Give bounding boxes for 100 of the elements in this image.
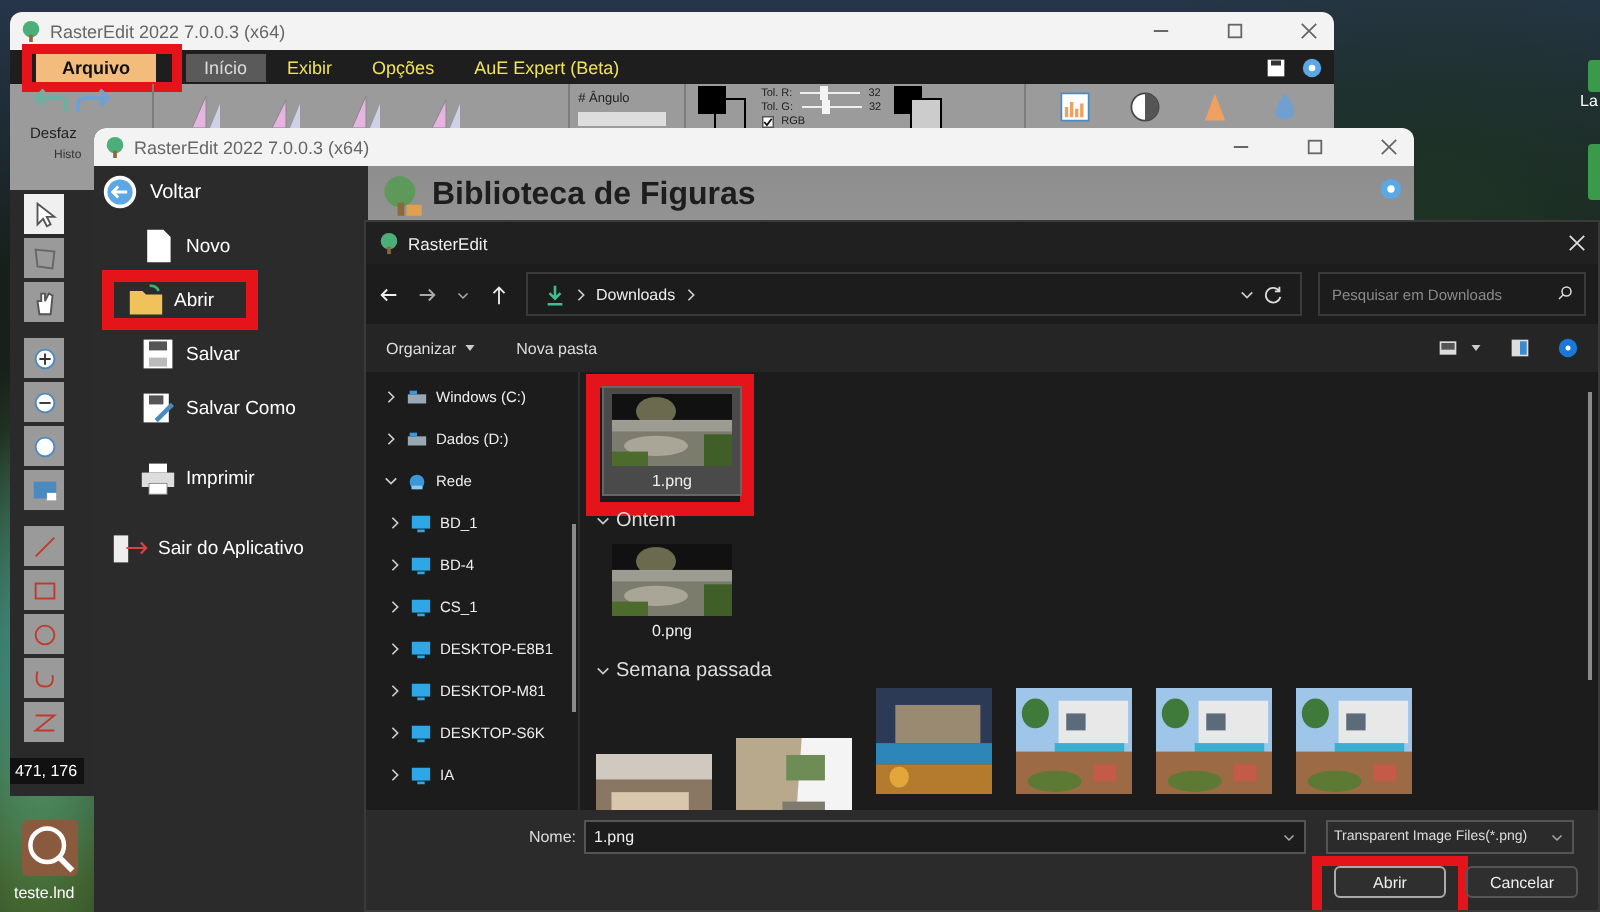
ribbon-tab[interactable]: Exibir xyxy=(269,53,351,81)
network-icon xyxy=(406,471,428,491)
caret-icon xyxy=(464,342,477,354)
tool-button[interactable] xyxy=(24,194,64,234)
view-icon[interactable] xyxy=(1438,338,1458,358)
chevron-down-icon[interactable] xyxy=(596,513,610,527)
tool-button[interactable] xyxy=(24,338,64,378)
page-heading: Biblioteca de Figuras xyxy=(432,178,756,214)
maximize-icon[interactable] xyxy=(1306,138,1324,156)
help-icon[interactable] xyxy=(1302,57,1322,77)
back-button[interactable]: Voltar xyxy=(102,174,202,210)
address-bar[interactable]: Downloads xyxy=(526,272,1302,316)
close-icon[interactable] xyxy=(1300,22,1318,40)
ribbon-tab[interactable]: AuE Expert (Beta) xyxy=(456,53,638,81)
printer-icon xyxy=(138,460,178,496)
file-name: 0.png xyxy=(651,622,693,640)
folder-icon xyxy=(126,282,166,318)
ribbon-tab[interactable]: Início xyxy=(186,53,266,81)
drive-icon xyxy=(406,387,428,407)
chevron-right-icon[interactable] xyxy=(388,684,402,698)
back-arrow-icon[interactable] xyxy=(378,283,400,305)
zoom-in-icon xyxy=(29,343,59,373)
file-menu-item[interactable]: Sair do Aplicativo xyxy=(102,530,312,566)
field-label: Nome: xyxy=(526,828,576,846)
monitor-icon xyxy=(410,681,432,701)
monitor-icon xyxy=(410,555,432,575)
caret-icon[interactable] xyxy=(1470,342,1482,354)
file-menu-tab[interactable]: Arquivo xyxy=(36,53,157,81)
preview-pane-icon[interactable] xyxy=(1510,338,1530,358)
drive-icon xyxy=(406,429,428,449)
open-button[interactable]: Abrir xyxy=(1334,866,1446,898)
monitor-icon xyxy=(410,597,432,617)
window-title: RasterEdit 2022 7.0.0.3 (x64) xyxy=(50,21,286,41)
slider-thumb[interactable] xyxy=(820,86,829,100)
chevron-right-icon[interactable] xyxy=(574,287,588,301)
toolbar-button[interactable]: Organizar xyxy=(386,339,477,357)
checkbox[interactable] xyxy=(761,115,774,127)
slider-thumb[interactable] xyxy=(821,100,829,114)
monitor-icon xyxy=(410,723,432,743)
refresh-icon[interactable] xyxy=(1262,283,1284,305)
histogram-icon[interactable] xyxy=(1058,90,1092,124)
file-menu-item[interactable]: Novo xyxy=(130,228,239,264)
ribbon-tab[interactable]: Opções xyxy=(354,53,453,81)
search-icon xyxy=(1556,284,1574,302)
chevron-down-icon[interactable] xyxy=(384,474,398,488)
file-menu-item[interactable]: Salvar xyxy=(130,336,248,372)
monitor-icon xyxy=(410,765,432,785)
file-name: 1.png xyxy=(651,472,693,490)
chevron-down-icon[interactable] xyxy=(596,663,610,677)
desktop-icon-label[interactable]: teste.lnd xyxy=(14,884,75,902)
tree-logo-icon xyxy=(20,20,42,42)
lasso-icon xyxy=(29,243,59,273)
chevron-right-icon[interactable] xyxy=(384,432,398,446)
chevron-right-icon[interactable] xyxy=(388,600,402,614)
up-arrow-icon[interactable] xyxy=(488,283,510,305)
window-title: RasterEdit 2022 7.0.0.3 (x64) xyxy=(134,137,370,157)
angle-field[interactable] xyxy=(578,112,667,126)
chevron-right-icon[interactable] xyxy=(388,516,402,530)
scrollbar[interactable] xyxy=(1588,392,1592,680)
magnifier-icon xyxy=(29,431,59,461)
monitor-icon xyxy=(410,639,432,659)
file-menu-item[interactable]: Salvar Como xyxy=(130,390,304,426)
file-menu-item[interactable]: Imprimir xyxy=(130,460,263,496)
desktop-icon-label[interactable]: La xyxy=(1580,92,1598,110)
chevron-right-icon[interactable] xyxy=(388,768,402,782)
line-icon xyxy=(29,531,59,561)
cancel-button[interactable]: Cancelar xyxy=(1466,866,1578,898)
back-arrow-icon xyxy=(102,174,138,210)
close-icon[interactable] xyxy=(1380,138,1398,156)
chevron-right-icon[interactable] xyxy=(388,558,402,572)
download-icon xyxy=(544,283,566,305)
help-icon[interactable] xyxy=(1558,338,1578,358)
file-tile[interactable]: 1.png xyxy=(604,388,740,494)
floppy-pen-icon xyxy=(138,390,178,426)
group-header[interactable]: Ontem xyxy=(596,502,1598,538)
group-header[interactable]: Semana passada xyxy=(596,652,1598,688)
tree-logo-icon xyxy=(380,174,424,218)
file-name-field[interactable]: 1.png xyxy=(584,820,1306,854)
save-icon[interactable] xyxy=(1266,57,1286,77)
forward-arrow-icon[interactable] xyxy=(416,283,438,305)
circle-icon xyxy=(29,619,59,649)
chevron-down-icon[interactable] xyxy=(1240,287,1254,301)
maximize-icon[interactable] xyxy=(1226,22,1244,40)
chevron-right-icon[interactable] xyxy=(384,390,398,404)
chevron-right-icon[interactable] xyxy=(388,726,402,740)
tree-logo-icon xyxy=(104,136,126,158)
toolbar-button[interactable]: Nova pasta xyxy=(516,339,598,357)
contrast-icon[interactable] xyxy=(1128,90,1162,124)
scrollbar[interactable] xyxy=(572,524,576,712)
monitor-icon xyxy=(410,513,432,533)
dialog-title: RasterEdit xyxy=(408,233,488,253)
file-tile[interactable]: 0.png xyxy=(604,538,740,644)
cursor-coordinates: 471, 176 xyxy=(10,758,84,784)
chevron-right-icon[interactable] xyxy=(388,642,402,656)
exit-door-icon xyxy=(110,530,150,566)
chevron-right-icon[interactable] xyxy=(683,287,698,301)
tool-button[interactable] xyxy=(24,282,64,322)
tree-logo-icon xyxy=(378,232,400,254)
file-menu-item[interactable]: Abrir xyxy=(118,282,223,318)
zoom-out-icon xyxy=(29,387,59,417)
